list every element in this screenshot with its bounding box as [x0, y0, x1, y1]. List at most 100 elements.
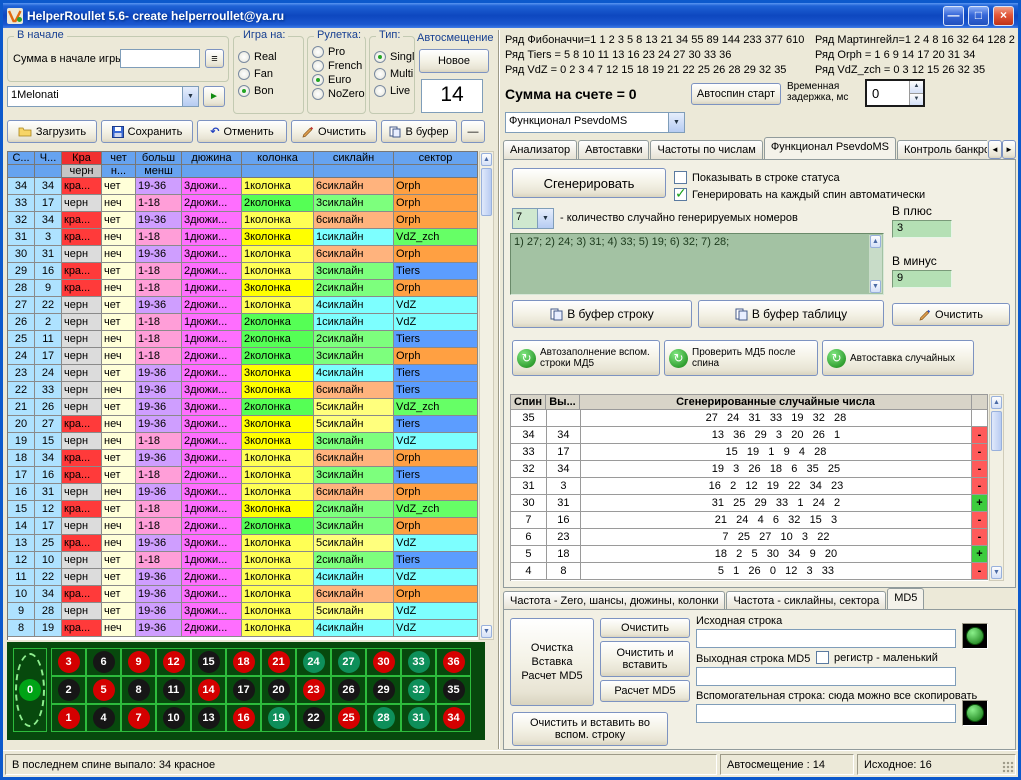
scroll-down-icon[interactable]: ▼: [481, 625, 492, 638]
scroll-up-icon[interactable]: ▲: [991, 396, 1002, 409]
history-row[interactable]: 2916кра...чет1-182дюжи...1колонка3сиклай…: [8, 263, 478, 280]
history-row[interactable]: 2324чернчет19-362дюжи...3колонка4сиклайн…: [8, 365, 478, 382]
spinner-up-icon[interactable]: ▲: [910, 81, 923, 94]
roulette-number-21[interactable]: 21: [261, 648, 296, 676]
roulette-number-30[interactable]: 30: [366, 648, 401, 676]
history-row[interactable]: 1210чернчет1-181дюжи...1колонка2сиклайнT…: [8, 552, 478, 569]
scroll-thumb[interactable]: [481, 168, 492, 216]
roulette-number-12[interactable]: 12: [156, 648, 191, 676]
copy-table-button[interactable]: В буфер таблицу: [698, 300, 884, 328]
history-row[interactable]: 3434кра...чет19-363дюжи...1колонка6сикла…: [8, 178, 478, 195]
roulette-number-15[interactable]: 15: [191, 648, 226, 676]
roulette-number-9[interactable]: 9: [121, 648, 156, 676]
generate-button[interactable]: Сгенерировать: [512, 168, 666, 198]
roulette-number-13[interactable]: 13: [191, 704, 226, 732]
history-row[interactable]: 1325кра...неч19-363дюжи...1колонка5сикла…: [8, 535, 478, 552]
generated-numbers-area[interactable]: 1) 27; 2) 24; 3) 31; 4) 33; 5) 19; 6) 32…: [510, 233, 884, 295]
md5-calc-button[interactable]: Расчет MD5: [600, 680, 690, 702]
md5-bottom-button[interactable]: Очистить и вставить во вспом. строку: [512, 712, 668, 746]
history-row[interactable]: 262чернчет1-181дюжи...2колонка1сиклайнVd…: [8, 314, 478, 331]
tab-pseudoms[interactable]: Функционал PsevdoMS: [764, 137, 896, 159]
tab-scroll-right-button[interactable]: ►: [1002, 140, 1016, 159]
scroll-down-icon[interactable]: ▼: [991, 566, 1002, 579]
save-button[interactable]: Сохранить: [101, 120, 193, 143]
mode-combobox[interactable]: Функционал PsevdoMS ▼: [505, 112, 685, 133]
scroll-down-icon[interactable]: ▼: [870, 280, 881, 293]
tab-scroll-left-button[interactable]: ◄: [988, 140, 1002, 159]
history-row[interactable]: 819кра...неч19-362дюжи...1колонка4сиклай…: [8, 620, 478, 637]
source-string-input[interactable]: [696, 629, 956, 648]
spin-row[interactable]: 323419 3 26 18 6 35 25-: [511, 461, 988, 478]
output-string-input[interactable]: [696, 667, 956, 686]
roulette-number-33[interactable]: 33: [401, 648, 436, 676]
scroll-up-icon[interactable]: ▲: [481, 153, 492, 166]
tab-freq-zero[interactable]: Частота - Zero, шансы, дюжины, колонки: [503, 591, 725, 610]
undo-button[interactable]: ↶ Отменить: [197, 120, 287, 143]
play-button[interactable]: ►: [203, 86, 225, 107]
autobet-random-button[interactable]: ↻ Автоставка случайных: [822, 340, 974, 376]
radio-french[interactable]: French: [312, 60, 361, 72]
roulette-number-35[interactable]: 35: [436, 676, 471, 704]
roulette-number-29[interactable]: 29: [366, 676, 401, 704]
history-row[interactable]: 2417черннеч1-182дюжи...2колонка3сиклайнO…: [8, 348, 478, 365]
title-bar[interactable]: HelperRoullet 5.6- create helperroullet@…: [3, 3, 1018, 28]
roulette-number-23[interactable]: 23: [296, 676, 331, 704]
spin-row[interactable]: 51818 2 5 30 34 9 20+: [511, 546, 988, 563]
radio-real[interactable]: Real: [238, 51, 299, 63]
roulette-number-18[interactable]: 18: [226, 648, 261, 676]
history-row[interactable]: 2233черннеч19-363дюжи...3колонка6сиклайн…: [8, 382, 478, 399]
autofill-md5-button[interactable]: ↻ Автозаполнение вспом. строки МД5: [512, 340, 660, 376]
new-button[interactable]: Новое: [419, 49, 489, 73]
spins-scrollbar[interactable]: ▲ ▼: [989, 394, 1004, 581]
history-row[interactable]: 3317черннеч1-182дюжи...2колонка3сиклайнO…: [8, 195, 478, 212]
radio-multi[interactable]: Multi: [374, 68, 410, 80]
spin-row[interactable]: 331715 19 1 9 4 28-: [511, 444, 988, 461]
spinner-down-icon[interactable]: ▼: [910, 94, 923, 106]
tab-md5[interactable]: MD5: [887, 588, 924, 610]
md5-helper-action-button[interactable]: [962, 700, 988, 726]
history-row[interactable]: 3234кра...чет19-363дюжи...1колонка6сикла…: [8, 212, 478, 229]
history-scrollbar[interactable]: ▲ ▼: [479, 151, 494, 640]
spin-row[interactable]: 71621 24 4 6 32 15 3-: [511, 512, 988, 529]
system-combobox[interactable]: 1Melonati ▼: [7, 86, 199, 107]
md5-clear-button[interactable]: Очистить: [600, 618, 690, 638]
to-buffer-button[interactable]: В буфер: [381, 120, 457, 143]
roulette-number-24[interactable]: 24: [296, 648, 331, 676]
roulette-number-36[interactable]: 36: [436, 648, 471, 676]
radio-fan[interactable]: Fan: [238, 68, 299, 80]
history-row[interactable]: 1417черннеч1-182дюжи...2колонка3сиклайнO…: [8, 518, 478, 535]
md5-clear-paste-button[interactable]: Очистить и вставить: [600, 641, 690, 677]
load-button[interactable]: Загрузить: [7, 120, 97, 143]
roulette-number-31[interactable]: 31: [401, 704, 436, 732]
tab-analyzer[interactable]: Анализатор: [503, 140, 577, 159]
roulette-number-2[interactable]: 2: [51, 676, 86, 704]
tab-bankroll[interactable]: Контроль банкролла: [897, 140, 987, 159]
clear-button[interactable]: Очистить: [291, 120, 377, 143]
history-row[interactable]: 3031черннеч19-363дюжи...1колонка6сиклайн…: [8, 246, 478, 263]
checkbox-auto-generate[interactable]: Генерировать на каждый спин автоматическ…: [674, 188, 925, 201]
history-row[interactable]: 1631черннеч19-363дюжи...1колонка6сиклайн…: [8, 484, 478, 501]
roulette-number-8[interactable]: 8: [121, 676, 156, 704]
md5-source-action-button[interactable]: [962, 623, 988, 649]
history-row[interactable]: 2027кра...неч19-363дюжи...3колонка5сикла…: [8, 416, 478, 433]
spin-row[interactable]: 3527 24 31 33 19 32 28: [511, 410, 988, 427]
tab-autobets[interactable]: Автоставки: [578, 140, 649, 159]
maximize-button[interactable]: □: [968, 6, 989, 26]
roulette-number-4[interactable]: 4: [86, 704, 121, 732]
radio-singl[interactable]: Singl: [374, 51, 410, 63]
roulette-number-10[interactable]: 10: [156, 704, 191, 732]
scroll-thumb[interactable]: [991, 411, 1002, 451]
register-checkbox[interactable]: регистр - маленький: [816, 651, 938, 664]
roulette-number-27[interactable]: 27: [331, 648, 366, 676]
history-row[interactable]: 1834кра...чет19-363дюжи...1колонка6сикла…: [8, 450, 478, 467]
start-sum-input[interactable]: [120, 49, 200, 68]
history-row[interactable]: 1512кра...чет1-181дюжи...3колонка2сиклай…: [8, 501, 478, 518]
history-row[interactable]: 928чернчет19-363дюжи...1колонка5сиклайнV…: [8, 603, 478, 620]
menu-small-button[interactable]: ≡: [205, 49, 224, 68]
history-row[interactable]: 1034кра...чет19-363дюжи...1колонка6сикла…: [8, 586, 478, 603]
radio-nozero[interactable]: NoZero: [312, 88, 361, 100]
spin-row[interactable]: 303131 25 29 33 1 24 2+: [511, 495, 988, 512]
resize-grip[interactable]: [1002, 761, 1014, 773]
scroll-up-icon[interactable]: ▲: [870, 235, 881, 248]
roulette-number-34[interactable]: 34: [436, 704, 471, 732]
